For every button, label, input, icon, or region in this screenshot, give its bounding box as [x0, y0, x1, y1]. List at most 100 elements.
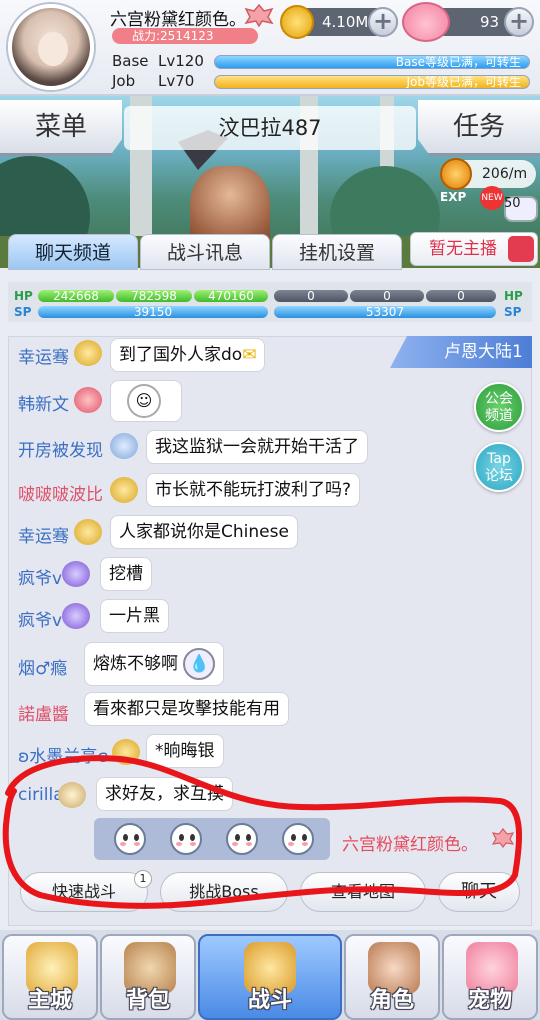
- hp-bar: 242668: [38, 290, 114, 302]
- chat-message: 看來都只是攻擊技能有用: [84, 692, 289, 726]
- add-pink-currency-button[interactable]: +: [504, 7, 534, 37]
- ghost-emoji-icon: [114, 823, 146, 855]
- chat-sender[interactable]: 开房被发现: [18, 436, 103, 461]
- ghost-emoji-icon: [282, 823, 314, 855]
- job-exp-bar: Job等级已满，可转生: [214, 75, 530, 89]
- nav-label: 宠物: [467, 988, 512, 1013]
- chat-sender[interactable]: 幸运骞: [18, 343, 69, 368]
- tab-battle-log[interactable]: 战斗讯息: [140, 234, 270, 270]
- coin-icon: [280, 5, 314, 39]
- hp-bar-empty: 0: [426, 290, 496, 302]
- chat-message: *晌晦银: [146, 734, 224, 768]
- task-button[interactable]: 任务: [418, 100, 540, 156]
- chat-message: 我这监狱一会就开始干活了: [146, 430, 368, 464]
- chat-sender[interactable]: 疯爷v: [18, 564, 62, 589]
- nav-label: 角色: [369, 988, 414, 1013]
- chat-sender[interactable]: 疯爷v: [18, 606, 62, 631]
- tab-chat-channel[interactable]: 聊天频道: [8, 234, 138, 270]
- ghost-emoji-icon: [170, 823, 202, 855]
- nav-label: 战斗: [247, 988, 292, 1013]
- hp-label-right: HP: [504, 289, 523, 303]
- base-label: Base: [112, 52, 149, 70]
- job-level: Lv70: [158, 72, 195, 90]
- player-name: 六宫粉黛红颜色。: [110, 10, 246, 30]
- chat-sender[interactable]: 烟♂瘾: [18, 654, 67, 679]
- chat-message: 人家都说你是Chinese: [110, 515, 298, 549]
- chat-message: 挖槽: [100, 557, 152, 591]
- vip-badge-icon: [62, 603, 90, 629]
- sp-bar: 53307: [274, 306, 496, 318]
- speed-icon: [440, 158, 472, 190]
- hp-bar-empty: 0: [350, 290, 424, 302]
- challenge-boss-button[interactable]: 挑战Boss: [160, 872, 288, 912]
- nav-backpack[interactable]: 背包: [100, 934, 196, 1020]
- menu-button[interactable]: 菜单: [0, 100, 122, 156]
- chat-message-text: 到了国外人家do: [119, 345, 243, 365]
- nav-battle[interactable]: 战斗: [198, 934, 342, 1020]
- guild-channel-button[interactable]: 公会 频道: [474, 382, 524, 432]
- new-badge: NEW: [480, 186, 504, 210]
- vip-badge-icon: [58, 782, 86, 808]
- chat-sender[interactable]: ʚ水墨兰亭ɞ: [18, 742, 109, 767]
- base-exp-bar: Base等级已满，可转生: [214, 55, 530, 69]
- rank-badge-icon: [244, 3, 274, 27]
- tap-forum-button[interactable]: Tap 论坛: [474, 442, 524, 492]
- sp-bar: 39150: [38, 306, 268, 318]
- nav-label: 背包: [125, 988, 170, 1013]
- avatar-face: [38, 32, 68, 66]
- job-label: Job: [112, 72, 136, 90]
- chat-sender[interactable]: 啵啵啵波比: [18, 480, 103, 505]
- map-name: 汶巴拉487: [124, 106, 416, 150]
- chat-message: 熔炼不够啊 💧: [84, 642, 225, 686]
- vip-badge-icon: [110, 433, 138, 459]
- live-icon: [508, 236, 534, 262]
- nav-pet[interactable]: 宠物: [442, 934, 538, 1020]
- ghost-emoji-icon: [226, 823, 258, 855]
- side-number: 50: [504, 196, 521, 211]
- sp-label-right: SP: [504, 305, 522, 319]
- chat-message: 市长就不能玩打波利了吗?: [146, 473, 361, 507]
- medal-icon: [112, 739, 140, 765]
- own-name: 六宫粉黛红颜色。: [342, 835, 478, 855]
- view-map-button[interactable]: 查看地图: [300, 872, 426, 912]
- region-tag[interactable]: 卢恩大陆1: [390, 336, 532, 368]
- vip-badge-icon: [74, 340, 102, 366]
- sticker-icon: ☺: [127, 384, 161, 418]
- chat-message: 一片黑: [100, 599, 169, 633]
- vip-badge-icon: [74, 387, 102, 413]
- add-coins-button[interactable]: +: [368, 7, 398, 37]
- chat-message: ☺: [110, 380, 182, 422]
- sp-label-left: SP: [14, 305, 32, 319]
- poring-icon: [402, 2, 450, 42]
- nav-label: 主城: [27, 988, 72, 1013]
- fast-battle-count: 1: [134, 870, 152, 888]
- tab-idle-settings[interactable]: 挂机设置: [272, 234, 402, 270]
- tap-forum-label: Tap 论坛: [485, 451, 513, 484]
- chat-sender[interactable]: 韩新文: [18, 390, 69, 415]
- player-avatar[interactable]: [8, 4, 94, 90]
- vip-badge-icon: [62, 561, 90, 587]
- hp-bar-empty: 0: [274, 290, 348, 302]
- rank-badge-icon: [492, 828, 514, 848]
- vip-badge-icon: [74, 519, 102, 545]
- chat-sender[interactable]: 幸运骞: [18, 522, 69, 547]
- fast-battle-button[interactable]: 快速战斗: [20, 872, 148, 912]
- base-level: Lv120: [158, 52, 204, 70]
- chat-sender[interactable]: 諾盧醬: [18, 700, 69, 725]
- guild-channel-label: 公会 频道: [485, 391, 513, 424]
- emoji-icon: ✉: [242, 345, 257, 365]
- nav-main-city[interactable]: 主城: [2, 934, 98, 1020]
- droplet-icon: 💧: [183, 648, 216, 680]
- chat-message: 到了国外人家do✉: [110, 338, 266, 372]
- vip-badge-icon: [110, 477, 138, 503]
- hp-label-left: HP: [14, 289, 33, 303]
- nav-character[interactable]: 角色: [344, 934, 440, 1020]
- chat-message: 求好友，求互摸: [96, 777, 233, 811]
- hp-bar: 470160: [194, 290, 268, 302]
- hp-bar: 782598: [116, 290, 192, 302]
- exp-icon[interactable]: EXP: [440, 190, 480, 220]
- chat-button[interactable]: 聊天: [438, 872, 520, 912]
- chat-message-text: 熔炼不够啊: [93, 654, 178, 674]
- combat-power: 战力:2514123: [112, 28, 258, 44]
- chat-sender[interactable]: cirilla: [18, 785, 64, 805]
